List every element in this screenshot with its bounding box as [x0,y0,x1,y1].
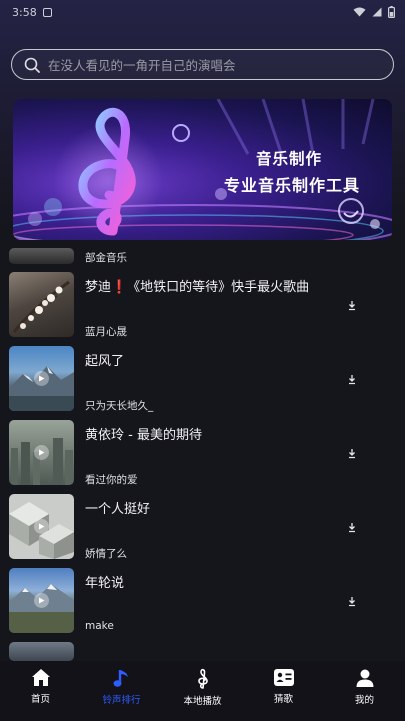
status-time: 3:58 [12,5,37,19]
song-title: 年轮说 [85,576,125,591]
tab-label: 首页 [30,694,50,705]
list-item[interactable]: 黄依玲 - 最美的期待 看过你的爱 [0,420,405,486]
song-artist: 只为天长地久_ [85,400,154,412]
download-icon[interactable] [346,447,358,459]
song-cover [9,248,74,264]
tab-label: 本地播放 [183,696,222,707]
home-icon [31,669,50,686]
song-artist: 娇情了么 [85,548,127,560]
treble-clef-icon [197,668,208,689]
signal-icon [372,7,382,17]
tab-label: 铃声排行 [102,695,141,706]
banner-artwork [13,99,392,240]
search-icon [24,57,40,73]
download-icon[interactable] [346,299,358,311]
song-cover [9,272,74,337]
download-icon[interactable] [346,373,358,385]
song-artist: 蓝月心晟 [85,326,127,338]
song-cover [9,420,74,485]
tab-profile[interactable]: 我的 [324,661,405,721]
song-artist: 看过你的爱 [85,474,138,486]
play-icon [34,519,49,534]
quiz-card-icon [273,669,294,686]
banner-subtitle: 专业音乐制作工具 [223,176,360,195]
list-item[interactable]: 年轮说 make [0,568,405,634]
wifi-icon [353,7,366,17]
play-icon [34,593,49,608]
play-icon [34,371,49,386]
banner-title: 音乐制作 [255,150,322,168]
song-title: 黄依玲 - 最美的期待 [85,428,202,443]
profile-icon [356,669,373,687]
song-cover [9,568,74,633]
list-item[interactable]: 梦迪❗《地铁口的等待》快手最火歌曲 蓝月心晟 [0,272,405,338]
search-placeholder: 在没人看见的一角开自己的演唱会 [48,58,236,73]
download-icon[interactable] [346,521,358,533]
download-icon[interactable] [346,595,358,607]
song-title: 起风了 [85,354,125,369]
tab-ringtone-ranking[interactable]: 铃声排行 [81,661,162,721]
tab-local-play[interactable]: 本地播放 [162,661,243,721]
song-artist: make [85,620,114,632]
tab-guess-song[interactable]: 猜歌 [243,661,324,721]
list-item-partial[interactable]: 部金音乐 [0,246,405,264]
tab-home[interactable]: 首页 [0,661,81,721]
list-item[interactable]: 一个人挺好 娇情了么 [0,494,405,560]
status-bar: 3:58 [0,0,405,24]
promo-banner[interactable]: 音乐制作 专业音乐制作工具 [13,99,392,240]
list-item[interactable]: 起风了 只为天长地久_ [0,346,405,412]
song-title: 一个人挺好 [85,502,151,517]
play-icon [34,445,49,460]
song-artist: 部金音乐 [85,252,127,264]
song-cover [9,642,74,661]
song-cover [9,346,74,411]
song-cover [9,494,74,559]
notification-icon [42,7,52,17]
tab-label: 猜歌 [273,694,293,705]
battery-icon [388,6,395,18]
list-item-partial[interactable] [0,642,405,661]
tab-label: 我的 [354,695,374,706]
search-input[interactable]: 在没人看见的一角开自己的演唱会 [11,49,394,80]
song-title: 梦迪❗《地铁口的等待》快手最火歌曲 [85,280,310,295]
music-note-icon [113,670,128,687]
bottom-tab-bar: 首页 铃声排行 本地播放 猜歌 我的 [0,661,405,721]
